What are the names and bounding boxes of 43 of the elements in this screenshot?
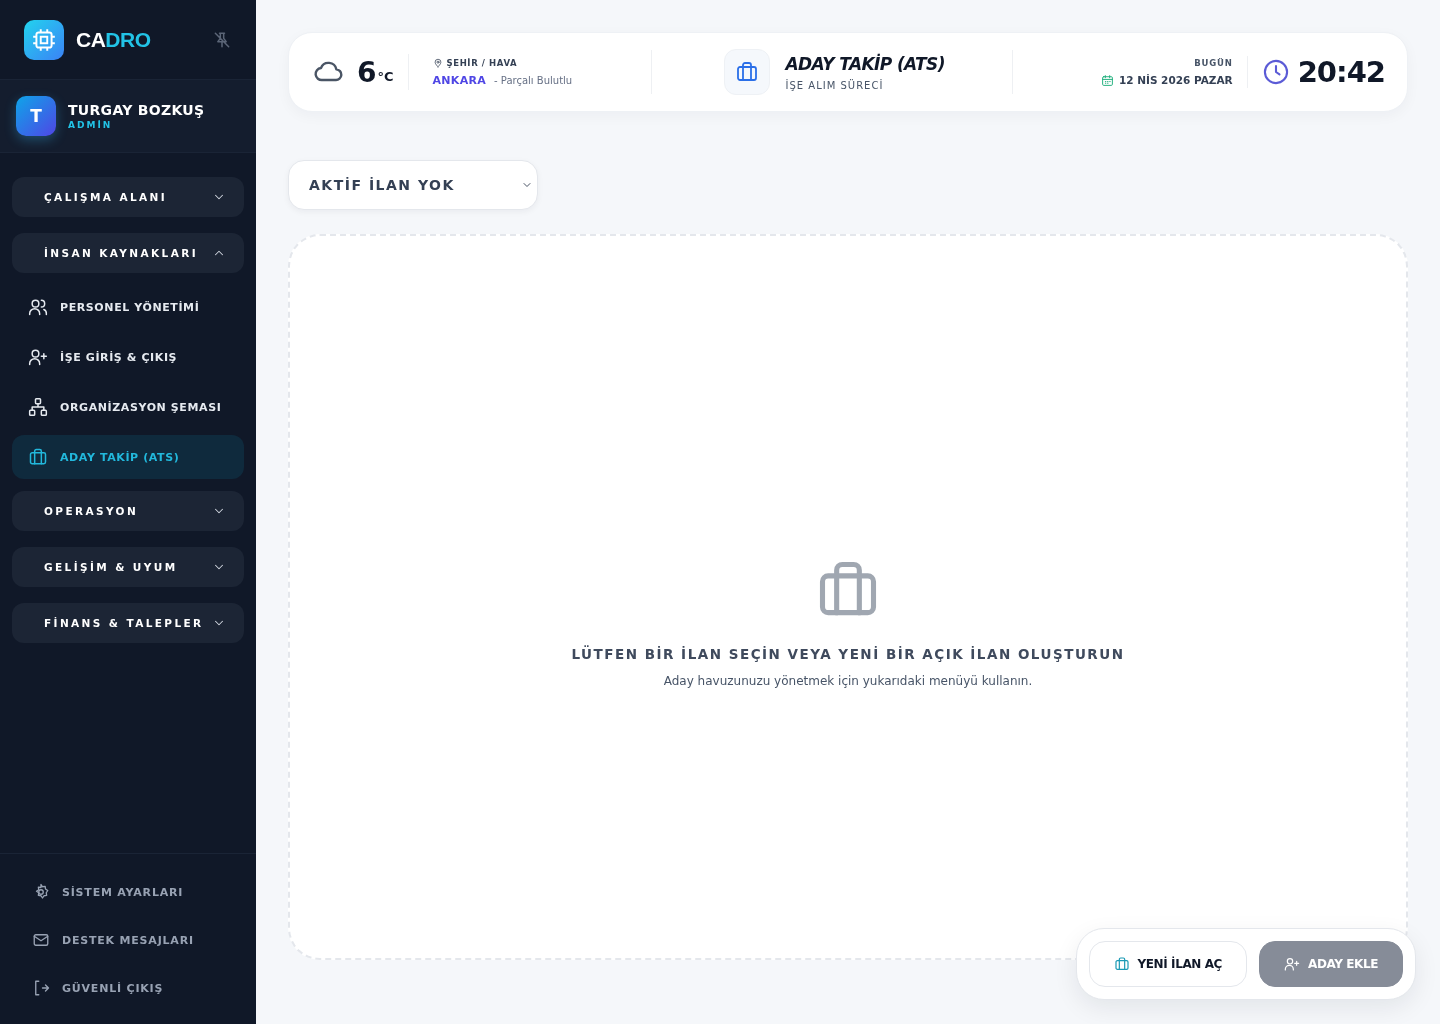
- footer-link[interactable]: SİSTEM AYARLARI: [32, 868, 236, 916]
- briefcase-icon: [1113, 956, 1130, 972]
- action-button[interactable]: YENİ İLAN AÇ: [1088, 941, 1247, 987]
- user-role: ADMİN: [68, 120, 114, 130]
- page-title: ADAY TAKİP (ATS): [785, 53, 945, 74]
- nav-group[interactable]: GELİŞİM & UYUM: [12, 547, 244, 587]
- date-text: 12 NİS 2026 PAZAR: [1118, 74, 1233, 86]
- clock-icon: [1261, 58, 1290, 86]
- briefcase-icon: [28, 447, 48, 467]
- city-name: ANKARA: [432, 73, 487, 87]
- mail-icon: [32, 931, 50, 949]
- logo-icon: [24, 19, 64, 60]
- briefcase-icon: [723, 49, 770, 95]
- calendar-icon: [1100, 73, 1114, 87]
- nav-group[interactable]: ÇALIŞMA ALANI: [12, 177, 244, 217]
- footer-link[interactable]: GÜVENLİ ÇIKIŞ: [32, 964, 236, 1012]
- org-chart-icon: [28, 397, 48, 417]
- job-dropdown[interactable]: AKTİF İLAN YOK: [288, 160, 538, 210]
- user-plus-icon: [1284, 956, 1300, 972]
- avatar: T: [16, 96, 56, 136]
- clock-time: 20:42: [1297, 55, 1385, 89]
- page-subtitle: İŞE ALIM SÜRECİ: [785, 79, 885, 91]
- empty-title: LÜTFEN BİR İLAN SEÇİN VEYA YENİ BİR AÇIK İLAN OLUŞTURUN: [571, 646, 1125, 662]
- temperature: 6: [357, 55, 377, 89]
- nav-group[interactable]: OPERASYON: [12, 491, 244, 531]
- weather-text: - Parçalı Bulutlu: [494, 74, 573, 86]
- location-label: ŞEHİR / HAVA: [446, 57, 518, 68]
- nav-group[interactable]: FİNANS & TALEPLER: [12, 603, 244, 643]
- users-icon: [28, 297, 48, 317]
- footer-link[interactable]: DESTEK MESAJLARI: [32, 916, 236, 964]
- temperature-unit: °C: [377, 68, 394, 84]
- nav-item[interactable]: İŞE GİRİŞ & ÇIKIŞ: [12, 335, 244, 379]
- nav-item[interactable]: ORGANİZASYON ŞEMASI: [12, 385, 244, 429]
- user-name: TURGAY BOZKUŞ: [68, 102, 205, 118]
- date-label: BUGÜN: [1194, 57, 1233, 68]
- nav-item[interactable]: PERSONEL YÖNETİMİ: [12, 285, 244, 329]
- nav-item[interactable]: ADAY TAKİP (ATS): [12, 435, 244, 479]
- location-pin-icon: [432, 57, 443, 68]
- user-plus-icon: [28, 347, 48, 367]
- logout-icon: [32, 979, 50, 997]
- nav-group[interactable]: İNSAN KAYNAKLARI: [12, 233, 244, 273]
- empty-text: Aday havuzunuzu yönetmek için yukarıdaki menüyü kullanın.: [663, 674, 1033, 688]
- brand-name: CADRO: [76, 27, 151, 52]
